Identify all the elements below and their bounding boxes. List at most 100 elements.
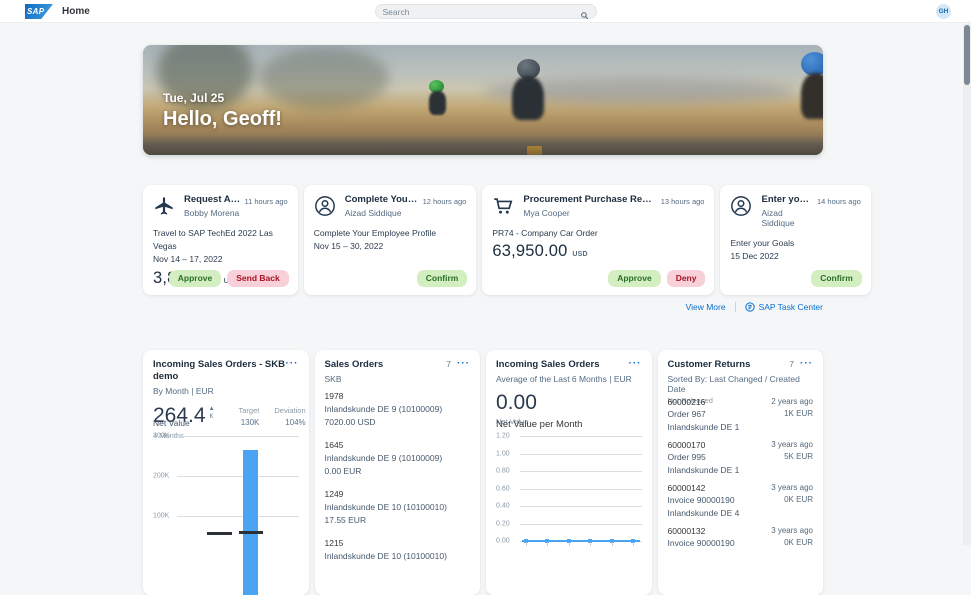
approve-button[interactable]: Approve bbox=[169, 270, 221, 287]
trend-up-icon: ▲ bbox=[209, 406, 215, 414]
return-item[interactable]: 600001703 years ago Order 9955K EUR Inla… bbox=[668, 439, 814, 476]
task-line2: Nov 14 – 17, 2022 bbox=[153, 253, 288, 266]
task-title: Complete Your Profile bbox=[345, 194, 419, 205]
y-tick-label: 200K bbox=[153, 473, 169, 480]
chart-title: Net Value per Month bbox=[496, 419, 582, 430]
sap-task-center-link[interactable]: SAP Task Center bbox=[745, 302, 823, 312]
x-tick bbox=[569, 542, 570, 546]
order-id: 1645 bbox=[325, 439, 471, 452]
return-doc: Order 967 bbox=[668, 408, 706, 420]
tile-subtitle: Sorted By: Last Changed / Created Date bbox=[668, 374, 814, 394]
send-back-button[interactable]: Send Back bbox=[227, 270, 288, 287]
kpi-scale-label: K bbox=[210, 414, 214, 422]
return-doc: Order 995 bbox=[668, 451, 706, 463]
overflow-menu-icon[interactable]: ··· bbox=[286, 359, 299, 369]
person-circle-icon bbox=[730, 195, 752, 217]
sales-order-item[interactable]: 1215 Inlandskunde DE 10 (10100010) bbox=[325, 537, 471, 563]
gridline bbox=[520, 524, 642, 525]
sap-logo[interactable]: SAP bbox=[25, 4, 53, 19]
view-more-link[interactable]: View More bbox=[686, 302, 726, 312]
return-amount: 0K EUR bbox=[784, 537, 813, 549]
divider bbox=[735, 302, 736, 312]
order-id: 1249 bbox=[325, 488, 471, 501]
task-card-request-approval[interactable]: Request Approval Bobby Morena 11 hours a… bbox=[143, 185, 298, 295]
return-doc: Invoice 90000190 bbox=[668, 537, 735, 549]
return-item[interactable]: 600001423 years ago Invoice 900001900K E… bbox=[668, 482, 814, 519]
shell-header: SAP Home GH bbox=[0, 0, 971, 23]
task-person: Mya Cooper bbox=[523, 208, 656, 218]
user-avatar[interactable]: GH bbox=[936, 4, 951, 19]
return-age: 3 years ago bbox=[771, 482, 813, 494]
order-id: 1978 bbox=[325, 390, 471, 403]
search-input[interactable] bbox=[383, 7, 580, 17]
y-tick-label: 0.20 bbox=[496, 520, 510, 527]
return-amount: 5K EUR bbox=[784, 451, 813, 463]
return-amount: 0K EUR bbox=[784, 494, 813, 506]
task-card-enter-goals[interactable]: Enter your Goals Aizad Siddique 14 hours… bbox=[720, 185, 870, 295]
tile-customer-returns[interactable]: Customer Returns 7 ··· Sorted By: Last C… bbox=[658, 350, 824, 595]
task-title: Request Approval bbox=[184, 194, 240, 205]
task-time: 13 hours ago bbox=[661, 197, 705, 206]
order-id: 1215 bbox=[325, 537, 471, 550]
y-tick-label: 0.40 bbox=[496, 503, 510, 510]
gridline bbox=[520, 436, 642, 437]
deny-button[interactable]: Deny bbox=[667, 270, 706, 287]
customer-name: Inlandskunde DE 10 (10100010) bbox=[325, 501, 471, 514]
tile-subtitle: By Month | EUR bbox=[153, 386, 299, 396]
order-amount: 0.00 EUR bbox=[325, 465, 471, 478]
task-person: Aizad Siddique bbox=[761, 208, 813, 228]
chart-title: Net Value bbox=[153, 418, 190, 428]
gridline bbox=[177, 476, 299, 477]
overflow-menu-icon[interactable]: ··· bbox=[629, 359, 642, 369]
tile-count: 7 bbox=[789, 359, 794, 369]
confirm-button[interactable]: Confirm bbox=[811, 270, 862, 287]
tile1-bar bbox=[243, 450, 258, 595]
return-customer: Inlandskunde DE 1 bbox=[668, 421, 814, 433]
gridline bbox=[520, 471, 642, 472]
task-line1: Travel to SAP TechEd 2022 Las Vegas bbox=[153, 227, 288, 253]
y-tick-label: 1.00 bbox=[496, 450, 510, 457]
customer-name: Inlandskunde DE 9 (10100009) bbox=[325, 452, 471, 465]
task-title: Procurement Purchase Requisition bbox=[523, 194, 656, 205]
scrollbar-thumb[interactable] bbox=[964, 25, 970, 85]
return-item[interactable]: 600002162 years ago Order 9671K EUR Inla… bbox=[668, 396, 814, 433]
y-tick-label: 100K bbox=[153, 513, 169, 520]
shopping-cart-icon bbox=[492, 195, 514, 217]
task-center-grid-icon bbox=[745, 302, 755, 312]
task-time: 11 hours ago bbox=[244, 197, 287, 206]
task-title: Enter your Goals bbox=[761, 194, 813, 205]
gridline bbox=[177, 436, 299, 437]
tile-incoming-sales-orders-skb[interactable]: Incoming Sales Orders - SKB demo ··· By … bbox=[143, 350, 309, 595]
tile-incoming-sales-orders[interactable]: Incoming Sales Orders ··· Average of the… bbox=[486, 350, 652, 595]
hero-kid-grey-helmet bbox=[517, 59, 544, 120]
overflow-menu-icon[interactable]: ··· bbox=[457, 359, 470, 369]
search-bar[interactable] bbox=[375, 4, 597, 19]
x-tick bbox=[547, 542, 548, 546]
overflow-menu-icon[interactable]: ··· bbox=[800, 359, 813, 369]
return-item[interactable]: 600001323 years ago Invoice 900001900K E… bbox=[668, 525, 814, 550]
task-line2: Nov 15 – 30, 2022 bbox=[314, 240, 467, 253]
tile-count: 7 bbox=[446, 359, 451, 369]
approve-button[interactable]: Approve bbox=[608, 270, 660, 287]
task-person: Bobby Morena bbox=[184, 208, 240, 218]
tile-title: Incoming Sales Orders bbox=[496, 359, 629, 371]
return-id: 60000216 bbox=[668, 396, 706, 408]
sales-order-item[interactable]: 1645 Inlandskunde DE 9 (10100009) 0.00 E… bbox=[325, 439, 471, 477]
x-tick bbox=[612, 542, 613, 546]
task-card-purchase-requisition[interactable]: Procurement Purchase Requisition Mya Coo… bbox=[482, 185, 714, 295]
confirm-button[interactable]: Confirm bbox=[417, 270, 468, 287]
tile-sales-orders[interactable]: Sales Orders 7 ··· SKB 1978 Inlandskunde… bbox=[315, 350, 481, 595]
task-line1: PR74 - Company Car Order bbox=[492, 227, 704, 240]
sales-order-item[interactable]: 1249 Inlandskunde DE 10 (10100010) 17.55… bbox=[325, 488, 471, 526]
vertical-scrollbar[interactable] bbox=[963, 24, 971, 545]
return-amount: 1K EUR bbox=[784, 408, 813, 420]
search-icon[interactable] bbox=[580, 7, 589, 16]
sales-order-item[interactable]: 1978 Inlandskunde DE 9 (10100009) 7020.0… bbox=[325, 390, 471, 428]
task-card-complete-profile[interactable]: Complete Your Profile Aizad Siddique 12 … bbox=[304, 185, 477, 295]
currency-label: USD bbox=[572, 251, 587, 258]
x-tick bbox=[633, 542, 634, 546]
x-tick bbox=[590, 542, 591, 546]
gridline bbox=[177, 516, 299, 517]
y-tick-label: 0.00 bbox=[496, 538, 510, 545]
kpi-target: Target 130K bbox=[239, 406, 260, 427]
